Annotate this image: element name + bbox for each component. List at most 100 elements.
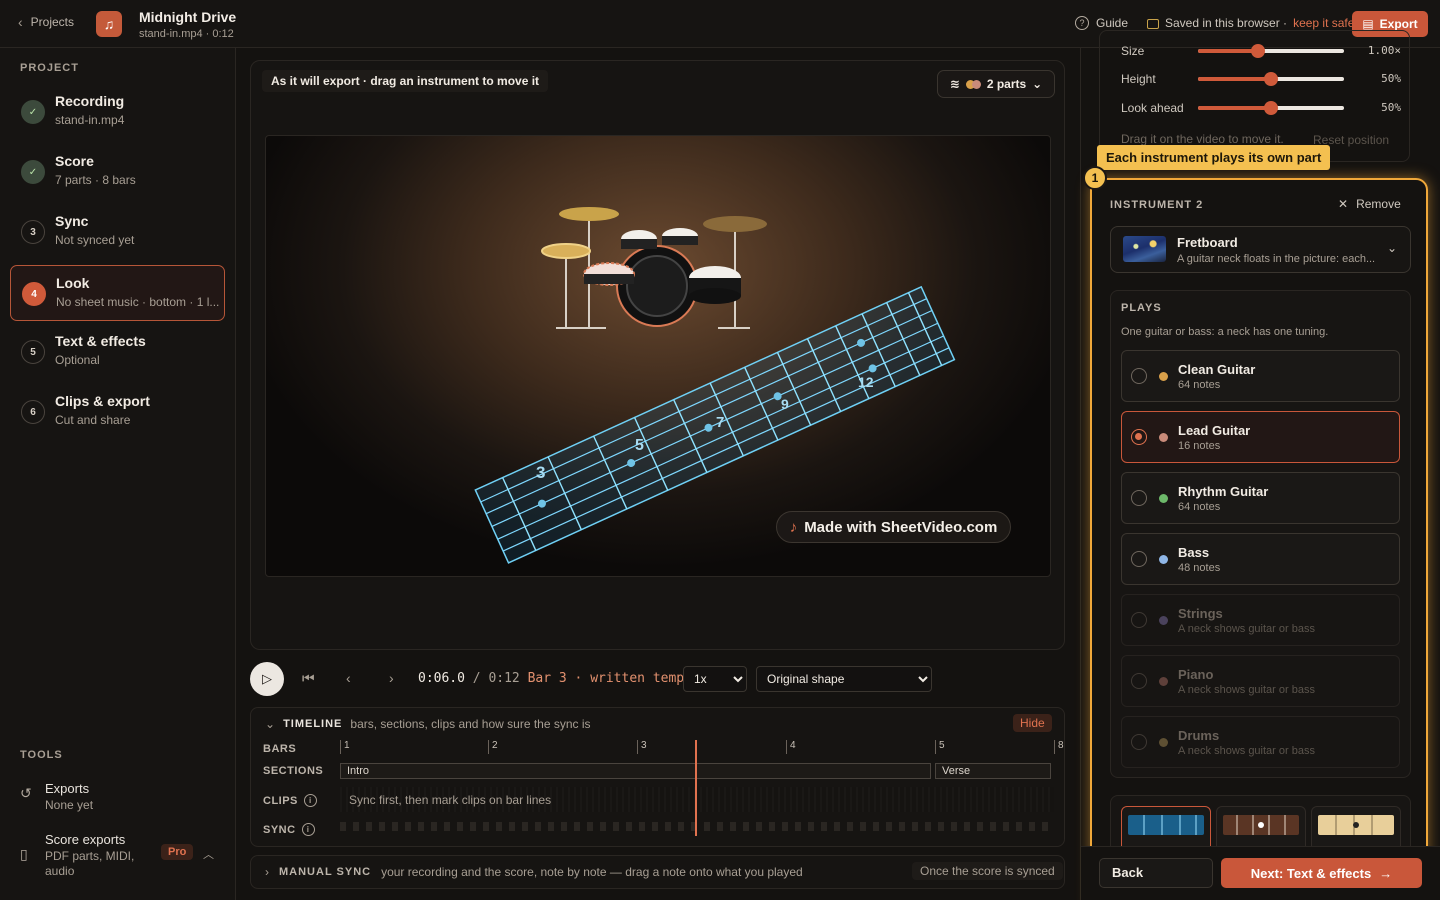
step-look[interactable]: 4 Look No sheet music · bottom · 1 l... (10, 265, 225, 321)
step-title: Recording (55, 93, 125, 109)
part-detail: 48 notes (1178, 562, 1221, 574)
chevron-down-icon[interactable]: ⌄ (1387, 241, 1397, 255)
part-color-dots (965, 79, 981, 89)
back-to-projects-link[interactable]: ‹ Projects (18, 14, 74, 30)
export-label: Export (1379, 17, 1418, 31)
size-slider[interactable]: Size 1.00× (1121, 43, 1401, 59)
timeline-header[interactable]: ⌄ TIMELINE bars, sections, clips and how… (265, 717, 591, 731)
close-icon: ✕ (1338, 197, 1349, 211)
saved-label: Saved in this browser · (1165, 16, 1288, 30)
step-title: Look (56, 275, 90, 291)
step-clips-export[interactable]: 6 Clips & export Cut and share (10, 384, 225, 440)
slider-knob[interactable] (1264, 101, 1278, 115)
chevron-left-icon[interactable]: ‹ (346, 670, 351, 686)
slider-track[interactable] (1198, 101, 1344, 115)
step-number: 4 (22, 282, 46, 306)
speed-select[interactable]: 1x (683, 666, 747, 692)
play-button[interactable]: ▷ (250, 662, 284, 696)
check-icon: ✓ (21, 160, 45, 184)
save-status: Saved in this browser · keep it safe (1147, 16, 1354, 30)
radio-button[interactable] (1131, 368, 1147, 384)
radio-button[interactable] (1131, 429, 1147, 445)
back-projects-label: Projects (30, 15, 75, 29)
part-color-dot (1159, 433, 1168, 442)
slider-fill (1198, 77, 1271, 81)
watermark-label: Made with SheetVideo.com (804, 518, 998, 536)
next-button[interactable]: Next: Text & effects → (1221, 858, 1422, 888)
project-title: Midnight Drive (139, 9, 237, 25)
playhead[interactable] (695, 740, 697, 836)
part-option[interactable]: Rhythm Guitar 64 notes (1121, 472, 1400, 524)
radio-button[interactable] (1131, 490, 1147, 506)
next-label: Next: Text & effects (1250, 865, 1372, 881)
bars-label: BARS (263, 743, 297, 755)
bar-marker[interactable]: 1 (340, 740, 350, 754)
step-text-effects[interactable]: 5 Text & effects Optional (10, 324, 225, 380)
step-sub: Optional (55, 353, 100, 367)
info-icon[interactable]: i (301, 823, 315, 836)
radio-button (1131, 734, 1147, 750)
part-option[interactable]: Bass 48 notes (1121, 533, 1400, 585)
step-title: Text & effects (55, 333, 146, 349)
bar-marker[interactable]: 5 (935, 740, 945, 754)
sync-track (340, 822, 1054, 831)
music-note-icon: ♪ (789, 518, 798, 536)
current-time: 0:06.0 (418, 671, 465, 686)
step-sub: Not synced yet (55, 233, 135, 247)
radio-button (1131, 612, 1147, 628)
bar-marker[interactable]: 8 (1054, 740, 1064, 754)
skip-to-start-icon[interactable]: ⏮ (302, 670, 315, 687)
tool-title: Exports (45, 781, 90, 796)
drum-kit[interactable] (541, 207, 767, 329)
slider-track[interactable] (1198, 72, 1344, 86)
remove-instrument-button[interactable]: ✕ Remove (1338, 197, 1401, 211)
parts-label: 2 parts (986, 77, 1027, 91)
keep-safe-link[interactable]: keep it safe (1293, 16, 1354, 30)
sync-label-row: SYNC i (263, 823, 315, 836)
question-icon: ? (1075, 16, 1089, 30)
step-score[interactable]: ✓ Score 7 parts · 8 bars (10, 144, 225, 200)
bar-marker[interactable]: 3 (637, 740, 647, 754)
tour-step-number: 1 (1083, 166, 1107, 190)
shape-select[interactable]: Original shape (756, 666, 932, 692)
slider-value: 50% (1381, 72, 1401, 85)
info-icon[interactable]: i (303, 794, 317, 807)
arrow-right-icon: → (1379, 865, 1393, 881)
radio-button[interactable] (1131, 551, 1147, 567)
parts-dropdown[interactable]: ≋ 2 parts ⌄ (937, 70, 1055, 98)
back-button[interactable]: Back (1099, 858, 1213, 888)
fret-number: 5 (635, 437, 644, 454)
check-icon: ✓ (21, 100, 45, 124)
slider-knob[interactable] (1264, 72, 1278, 86)
section-verse[interactable]: Verse (935, 763, 1051, 779)
bar-marker[interactable]: 2 (488, 740, 498, 754)
step-sync[interactable]: 3 Sync Not synced yet (10, 204, 225, 260)
look-ahead-slider[interactable]: Look ahead 50% (1121, 100, 1401, 116)
part-option: Strings A neck shows guitar or bass (1121, 594, 1400, 646)
step-sub: stand-in.mp4 (55, 113, 125, 127)
part-detail: 16 notes (1178, 440, 1221, 452)
slider-label: Look ahead (1121, 101, 1184, 115)
manual-sync-header[interactable]: › MANUAL SYNC your recording and the sco… (265, 865, 803, 879)
slider-knob[interactable] (1250, 44, 1265, 58)
slider-fill (1198, 106, 1271, 110)
part-color-dot (1159, 494, 1168, 503)
part-name: Rhythm Guitar (1178, 484, 1269, 499)
step-title: Score (55, 153, 94, 169)
height-slider[interactable]: Height 50% (1121, 71, 1401, 87)
timeline-title: TIMELINE (283, 718, 343, 730)
hide-timeline-button[interactable]: Hide (1013, 714, 1052, 732)
chevron-right-icon[interactable]: › (389, 670, 394, 686)
watermark-badge: ♪ Made with SheetVideo.com (776, 511, 1011, 543)
step-recording[interactable]: ✓ Recording stand-in.mp4 (10, 84, 225, 140)
slider-track[interactable] (1198, 44, 1344, 58)
chevron-up-icon[interactable]: ︿ (203, 846, 214, 862)
step-sub: 7 parts · 8 bars (55, 173, 136, 187)
guide-button[interactable]: ? Guide (1075, 16, 1128, 30)
bar-marker[interactable]: 4 (786, 740, 796, 754)
tool-exports[interactable]: ↺ Exports None yet (20, 781, 220, 815)
part-option[interactable]: Lead Guitar 16 notes (1121, 411, 1400, 463)
section-intro[interactable]: Intro (340, 763, 931, 779)
part-option[interactable]: Clean Guitar 64 notes (1121, 350, 1400, 402)
sections-label: SECTIONS (263, 765, 324, 777)
